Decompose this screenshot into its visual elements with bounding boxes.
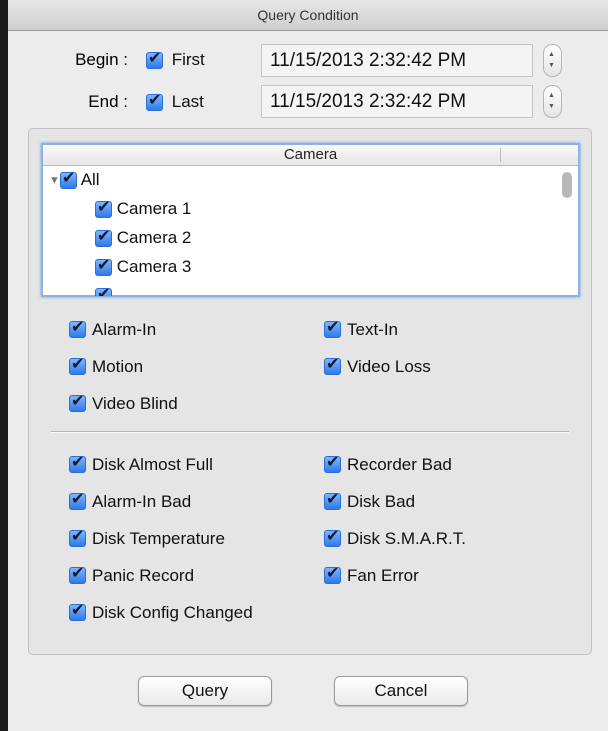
checkbox-checked-icon bbox=[69, 489, 86, 511]
disk-config-changed-label: Disk Config Changed bbox=[92, 602, 253, 622]
panic-record-checkbox[interactable]: Panic Record bbox=[69, 563, 195, 586]
disk-smart-checkbox[interactable]: Disk S.M.A.R.T. bbox=[324, 526, 467, 549]
stepper-up-icon[interactable]: ▲ bbox=[548, 92, 555, 99]
motion-label: Motion bbox=[92, 356, 144, 376]
camera-header-label: Camera bbox=[283, 146, 338, 163]
end-datetime-field[interactable]: 11/15/2013 2:32:42 PM bbox=[261, 85, 533, 118]
checkbox-checked-icon bbox=[146, 48, 163, 70]
checkbox-checked-icon bbox=[324, 452, 341, 474]
checkbox-checked-icon[interactable] bbox=[95, 284, 112, 296]
background-window-edge bbox=[0, 0, 8, 731]
stepper-up-icon[interactable]: ▲ bbox=[548, 51, 555, 58]
video-loss-label: Video Loss bbox=[347, 356, 431, 376]
stepper-down-icon[interactable]: ▼ bbox=[548, 103, 555, 110]
checkbox-checked-icon[interactable] bbox=[95, 197, 112, 219]
disk-temperature-label: Disk Temperature bbox=[92, 528, 225, 548]
filter-panel: Camera ▼ All Camera 1 Camera 2 bbox=[28, 128, 592, 655]
checkbox-checked-icon bbox=[69, 391, 86, 413]
camera-item-2[interactable]: Camera 2 bbox=[95, 226, 192, 248]
disk-temperature-checkbox[interactable]: Disk Temperature bbox=[69, 526, 225, 549]
checkbox-checked-icon[interactable] bbox=[95, 255, 112, 277]
dialog-title: Query Condition bbox=[8, 0, 608, 31]
camera-list-body: ▼ All Camera 1 Camera 2 Camera 3 bbox=[43, 166, 578, 296]
checkbox-checked-icon bbox=[69, 600, 86, 622]
checkbox-checked-icon bbox=[146, 90, 163, 112]
checkbox-checked-icon bbox=[324, 354, 341, 376]
alarm-in-bad-checkbox[interactable]: Alarm-In Bad bbox=[69, 489, 192, 512]
checkbox-checked-icon bbox=[69, 526, 86, 548]
checkbox-checked-icon[interactable] bbox=[95, 226, 112, 248]
begin-datetime-field[interactable]: 11/15/2013 2:32:42 PM bbox=[261, 44, 533, 77]
disk-almost-full-checkbox[interactable]: Disk Almost Full bbox=[69, 452, 213, 475]
disclosure-triangle-icon[interactable]: ▼ bbox=[49, 175, 60, 187]
camera-item-all[interactable]: ▼ All bbox=[49, 168, 100, 190]
camera-column-header[interactable]: Camera bbox=[43, 145, 578, 166]
stepper-down-icon[interactable]: ▼ bbox=[548, 62, 555, 69]
checkbox-checked-icon bbox=[69, 354, 86, 376]
panic-record-label: Panic Record bbox=[92, 565, 195, 585]
first-label: First bbox=[171, 50, 205, 69]
checkbox-checked-icon bbox=[69, 452, 86, 474]
text-in-checkbox[interactable]: Text-In bbox=[324, 317, 399, 340]
query-condition-dialog: Query Condition Begin : First 11/15/2013… bbox=[8, 0, 608, 731]
checkbox-checked-icon bbox=[324, 526, 341, 548]
begin-label: Begin : bbox=[75, 50, 128, 69]
disk-bad-checkbox[interactable]: Disk Bad bbox=[324, 489, 416, 512]
video-loss-checkbox[interactable]: Video Loss bbox=[324, 354, 431, 377]
camera-item-3[interactable]: Camera 3 bbox=[95, 255, 192, 277]
end-stepper[interactable]: ▲ ▼ bbox=[543, 85, 562, 118]
checkbox-checked-icon bbox=[324, 317, 341, 339]
camera-item-partial[interactable] bbox=[95, 284, 112, 296]
disk-bad-label: Disk Bad bbox=[347, 491, 416, 511]
last-checkbox[interactable]: Last bbox=[146, 90, 204, 112]
camera-item-label: Camera 1 bbox=[116, 199, 192, 218]
camera-item-label: All bbox=[80, 170, 100, 189]
alarm-in-bad-label: Alarm-In Bad bbox=[92, 491, 192, 511]
disk-smart-label: Disk S.M.A.R.T. bbox=[347, 528, 467, 548]
camera-item-label: Camera 2 bbox=[116, 228, 192, 247]
cancel-button[interactable]: Cancel bbox=[334, 676, 468, 706]
fan-error-checkbox[interactable]: Fan Error bbox=[324, 563, 419, 586]
camera-item-1[interactable]: Camera 1 bbox=[95, 197, 192, 219]
camera-list[interactable]: Camera ▼ All Camera 1 Camera 2 bbox=[41, 143, 580, 297]
checkbox-checked-icon bbox=[324, 489, 341, 511]
recorder-bad-checkbox[interactable]: Recorder Bad bbox=[324, 452, 452, 475]
begin-stepper[interactable]: ▲ ▼ bbox=[543, 44, 562, 77]
last-label: Last bbox=[171, 92, 204, 111]
alarm-in-label: Alarm-In bbox=[92, 319, 157, 339]
end-label: End : bbox=[88, 92, 128, 111]
first-checkbox[interactable]: First bbox=[146, 48, 205, 70]
list-scrollbar-thumb[interactable] bbox=[562, 172, 572, 198]
query-button[interactable]: Query bbox=[138, 676, 272, 706]
camera-item-label: Camera 3 bbox=[116, 257, 192, 276]
checkbox-checked-icon bbox=[69, 317, 86, 339]
section-divider bbox=[51, 431, 569, 433]
motion-checkbox[interactable]: Motion bbox=[69, 354, 144, 377]
recorder-bad-label: Recorder Bad bbox=[347, 454, 452, 474]
video-blind-checkbox[interactable]: Video Blind bbox=[69, 391, 178, 414]
disk-config-changed-checkbox[interactable]: Disk Config Changed bbox=[69, 600, 253, 623]
checkbox-checked-icon bbox=[69, 563, 86, 585]
checkbox-checked-icon[interactable] bbox=[59, 168, 77, 190]
text-in-label: Text-In bbox=[347, 319, 399, 339]
fan-error-label: Fan Error bbox=[347, 565, 419, 585]
video-blind-label: Video Blind bbox=[92, 393, 178, 413]
checkbox-checked-icon bbox=[324, 563, 341, 585]
disk-almost-full-label: Disk Almost Full bbox=[92, 454, 213, 474]
alarm-in-checkbox[interactable]: Alarm-In bbox=[69, 317, 157, 340]
column-separator bbox=[500, 148, 501, 162]
